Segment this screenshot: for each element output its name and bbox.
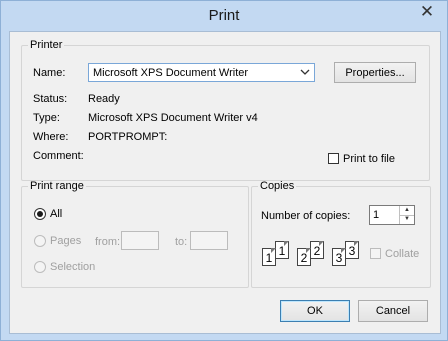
- collate-page-icon: 3: [332, 248, 346, 266]
- radio-all-label[interactable]: All: [50, 208, 62, 220]
- type-value: Microsoft XPS Document Writer v4: [88, 112, 258, 124]
- radio-pages-label[interactable]: Pages: [50, 235, 81, 247]
- printer-name-value: Microsoft XPS Document Writer: [93, 67, 249, 79]
- comment-label: Comment:: [33, 150, 84, 162]
- print-range-group-label: Print range: [30, 180, 84, 192]
- printer-name-select[interactable]: Microsoft XPS Document Writer: [88, 63, 315, 82]
- printer-name-label: Name:: [33, 67, 66, 79]
- dialog-client-area: Printer Name: Microsoft XPS Document Wri…: [9, 31, 441, 334]
- radio-all[interactable]: [34, 208, 46, 220]
- radio-pages[interactable]: [34, 235, 46, 247]
- cancel-button[interactable]: Cancel: [358, 300, 428, 322]
- print-to-file-checkbox[interactable]: [328, 153, 339, 164]
- number-of-copies-spinner[interactable]: 1 ▲ ▼: [369, 205, 415, 225]
- radio-selection[interactable]: [34, 261, 46, 273]
- radio-selection-label[interactable]: Selection: [50, 261, 95, 273]
- radio-selected-dot: [37, 211, 43, 217]
- close-icon[interactable]: ✕: [413, 2, 441, 22]
- collate-page-icon: 1: [262, 248, 276, 266]
- properties-button[interactable]: Properties...: [334, 62, 416, 83]
- from-page-input[interactable]: [121, 231, 159, 250]
- copies-group: Copies: [251, 180, 431, 288]
- collate-page-icon: 2: [310, 241, 324, 259]
- to-page-input[interactable]: [190, 231, 228, 250]
- chevron-down-icon[interactable]: [300, 65, 310, 82]
- number-of-copies-label: Number of copies:: [261, 210, 351, 222]
- number-of-copies-value: 1: [373, 209, 380, 221]
- spinner-buttons: ▲ ▼: [399, 206, 414, 224]
- collate-page-icon: 2: [297, 248, 311, 266]
- collate-page-icon: 3: [345, 241, 359, 259]
- copies-group-label: Copies: [260, 180, 295, 192]
- printer-group-label: Printer: [30, 39, 63, 51]
- collate-page-icon: 1: [275, 241, 289, 259]
- from-label: from:: [95, 236, 121, 248]
- to-label: to:: [175, 236, 188, 248]
- title-bar[interactable]: Print ✕: [1, 1, 447, 31]
- ok-button[interactable]: OK: [280, 300, 350, 322]
- status-value: Ready: [88, 93, 120, 105]
- collate-label[interactable]: Collate: [385, 248, 419, 260]
- window-title: Print: [208, 7, 240, 24]
- type-label: Type:: [33, 112, 60, 124]
- spin-down-icon[interactable]: ▼: [400, 215, 414, 224]
- print-dialog: Print ✕ Printer Name: Microsoft XPS Docu…: [0, 0, 448, 341]
- collate-checkbox[interactable]: [370, 248, 381, 259]
- where-label: Where:: [33, 131, 69, 143]
- status-label: Status:: [33, 93, 68, 105]
- print-to-file-label[interactable]: Print to file: [343, 153, 395, 165]
- where-value: PORTPROMPT:: [88, 131, 168, 143]
